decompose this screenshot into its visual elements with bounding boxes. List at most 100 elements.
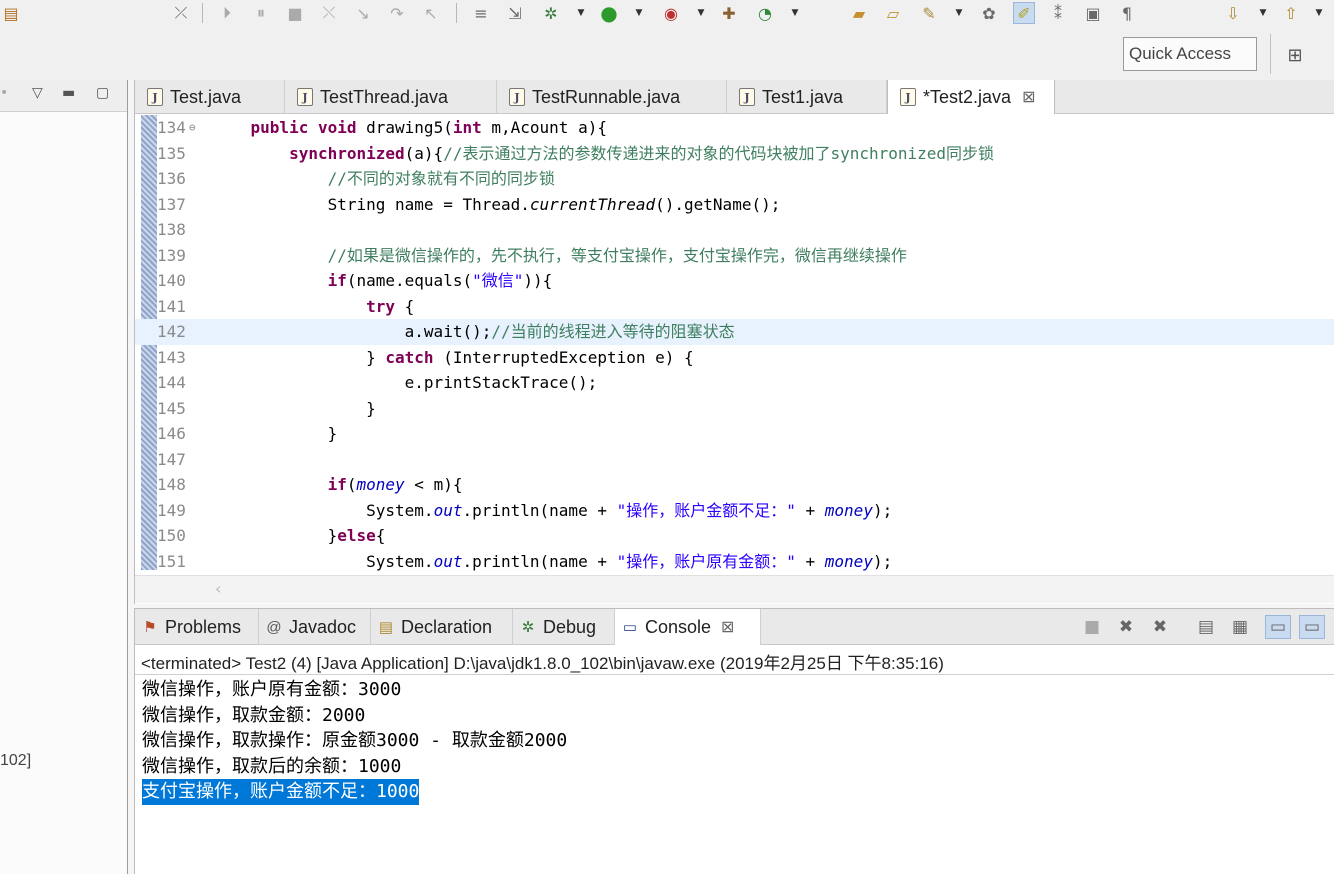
- suspend-icon[interactable]: ⏸: [250, 2, 272, 24]
- code-line[interactable]: 137 String name = Thread.currentThread()…: [135, 192, 1334, 218]
- tab-test1-java[interactable]: J Test1.java: [727, 80, 887, 114]
- declaration-icon: ▤: [378, 619, 394, 636]
- next-annotation-icon[interactable]: ⇩: [1222, 2, 1244, 24]
- code-line[interactable]: 141 try {: [135, 294, 1334, 320]
- perspective-java-icon[interactable]: ▤: [0, 2, 22, 24]
- open-type-icon[interactable]: ▰: [848, 2, 870, 24]
- console-line: 微信操作，取款操作：原金额3000 - 取款金额2000: [142, 730, 568, 751]
- minimize-icon[interactable]: ▬: [62, 85, 75, 101]
- view-menu-icon[interactable]: ▽: [32, 85, 43, 101]
- previous-annotation-icon[interactable]: ⇧: [1280, 2, 1302, 24]
- code-line[interactable]: 135 synchronized(a){//表示通过方法的参数传递进来的对象的代…: [135, 141, 1334, 167]
- annotation-icon[interactable]: ✿: [978, 2, 1000, 24]
- show-whitespace-icon[interactable]: ▣: [1082, 2, 1104, 24]
- terminate-icon[interactable]: ■: [1079, 615, 1105, 639]
- remove-launch-icon[interactable]: ✖: [1113, 615, 1139, 639]
- debug-icon[interactable]: ✲: [540, 2, 562, 24]
- code-text: //不同的对象就有不同的同步锁: [327, 169, 555, 188]
- line-number: 145: [157, 398, 186, 418]
- step-return-icon[interactable]: ↖: [420, 2, 442, 24]
- code-text: }else{: [212, 526, 386, 545]
- run-icon[interactable]: ●: [598, 1, 620, 25]
- new-class-dropdown-icon[interactable]: ▼: [790, 2, 800, 24]
- disconnect-icon[interactable]: ⤬: [318, 2, 340, 24]
- tab-testrunnable-java[interactable]: J TestRunnable.java: [497, 80, 727, 114]
- close-icon[interactable]: ⊠: [1022, 87, 1035, 107]
- code-line[interactable]: 148 if(money < m){: [135, 472, 1334, 498]
- editor-tabs: J Test.java J TestThread.java J TestRunn…: [135, 80, 1334, 114]
- code-area[interactable]: 134 ⊖ public void drawing5(int m,Acount a…: [135, 115, 1334, 575]
- collapse-icon[interactable]: ⊖: [189, 115, 196, 141]
- step-into-icon[interactable]: ↘: [352, 2, 374, 24]
- tab-declaration[interactable]: ▤ Declaration: [371, 609, 513, 645]
- code-line[interactable]: 143 } catch (InterruptedException e) {: [135, 345, 1334, 371]
- previous-annotation-dropdown-icon[interactable]: ▼: [1314, 2, 1324, 24]
- line-number: 142: [157, 322, 186, 341]
- remove-all-terminated-icon[interactable]: ✖: [1147, 615, 1173, 639]
- code-line[interactable]: 151 System.out.println(name + "操作，账户原有金额…: [135, 549, 1334, 575]
- code-line[interactable]: 146 }: [135, 421, 1334, 447]
- show-console-on-output-icon[interactable]: ▭: [1265, 615, 1291, 639]
- tab-label: Javadoc: [289, 616, 357, 637]
- code-line[interactable]: 144 e.printStackTrace();: [135, 370, 1334, 396]
- code-text: //如果是微信操作的，先不执行，等支付宝操作，支付宝操作完，微信再继续操作: [327, 245, 907, 265]
- code-line[interactable]: 134 ⊖ public void drawing5(int m,Acount a…: [135, 115, 1334, 141]
- drop-to-frame-icon[interactable]: ≡: [470, 2, 492, 24]
- debug-dropdown-icon[interactable]: ▼: [576, 2, 586, 24]
- tab-test-java[interactable]: J Test.java: [135, 80, 285, 114]
- scroll-left-icon[interactable]: ‹: [215, 579, 221, 598]
- terminate-icon[interactable]: ■: [284, 2, 306, 24]
- new-java-class-icon[interactable]: ◔: [754, 2, 776, 24]
- skip-breakpoints-icon[interactable]: ⤫: [170, 2, 192, 24]
- close-icon[interactable]: ⊠: [721, 617, 734, 637]
- tab-debug[interactable]: ✲ Debug: [513, 609, 615, 645]
- horizontal-scrollbar[interactable]: ‹: [135, 575, 1334, 603]
- package-explorer-item[interactable]: 102]: [0, 752, 31, 770]
- bottom-view-stack: ⚑ Problems @ Javadoc ▤ Declaration ✲ Deb…: [134, 608, 1334, 874]
- console-output[interactable]: 微信操作，账户原有金额：3000 微信操作，取款金额：2000 微信操作，取款操…: [135, 675, 1334, 805]
- search-dropdown-icon[interactable]: ▼: [954, 2, 964, 24]
- code-line-current[interactable]: 142 a.wait();//当前的线程进入等待的阻塞状态: [135, 319, 1334, 345]
- code-line[interactable]: 150 }else{: [135, 523, 1334, 549]
- console-line: 微信操作，取款金额：2000: [142, 704, 366, 726]
- code-text: public void drawing5(int m,Acount a){: [250, 118, 607, 137]
- code-line[interactable]: 145 }: [135, 396, 1334, 422]
- code-line[interactable]: 138: [135, 217, 1334, 243]
- open-perspective-icon[interactable]: ⊞: [1282, 42, 1308, 68]
- external-tools-icon[interactable]: ✚: [718, 2, 740, 24]
- tab-testthread-java[interactable]: J TestThread.java: [285, 80, 497, 114]
- step-over-icon[interactable]: ↷: [386, 2, 408, 24]
- line-number: 140: [157, 271, 186, 290]
- coverage-icon[interactable]: ◉: [660, 2, 682, 24]
- tab-javadoc[interactable]: @ Javadoc: [259, 609, 371, 645]
- tab-test2-java[interactable]: J *Test2.java ⊠: [887, 80, 1055, 114]
- show-console-on-error-icon[interactable]: ▭: [1299, 615, 1325, 639]
- toggle-mark-occurrences-icon[interactable]: ✐: [1013, 2, 1035, 24]
- code-line[interactable]: 139 //如果是微信操作的，先不执行，等支付宝操作，支付宝操作完，微信再继续操…: [135, 243, 1334, 269]
- resume-icon[interactable]: ⏵: [216, 2, 238, 24]
- package-explorer-header: • ▽ ▬ ▢: [0, 80, 127, 112]
- line-number: 143: [157, 347, 186, 367]
- use-step-filters-icon[interactable]: ⇲: [504, 2, 526, 24]
- tab-label: *Test2.java: [923, 86, 1012, 107]
- toggle-block-selection-icon[interactable]: ⁑: [1047, 2, 1069, 24]
- maximize-icon[interactable]: ▢: [96, 85, 109, 101]
- line-number: 151: [157, 551, 186, 571]
- quick-access-input[interactable]: Quick Access: [1123, 37, 1257, 71]
- run-dropdown-icon[interactable]: ▼: [634, 2, 644, 24]
- code-line[interactable]: 147: [135, 447, 1334, 473]
- scroll-lock-icon[interactable]: ▦: [1227, 615, 1253, 639]
- coverage-dropdown-icon[interactable]: ▼: [696, 2, 706, 24]
- code-line[interactable]: 149 System.out.println(name + "操作，账户金额不足…: [135, 498, 1334, 524]
- link-icon[interactable]: •: [0, 85, 8, 101]
- tab-console[interactable]: ▭ Console ⊠: [615, 609, 761, 645]
- paragraph-icon[interactable]: ¶: [1116, 2, 1138, 24]
- search-icon[interactable]: ✎: [918, 2, 940, 24]
- code-line[interactable]: 140 if(name.equals("微信")){: [135, 268, 1334, 294]
- clear-console-icon[interactable]: ▤: [1193, 615, 1219, 639]
- line-number: 137: [157, 194, 186, 214]
- next-annotation-dropdown-icon[interactable]: ▼: [1258, 2, 1268, 24]
- code-line[interactable]: 136 //不同的对象就有不同的同步锁: [135, 166, 1334, 192]
- open-task-icon[interactable]: ▱: [882, 2, 904, 24]
- tab-problems[interactable]: ⚑ Problems: [135, 609, 259, 645]
